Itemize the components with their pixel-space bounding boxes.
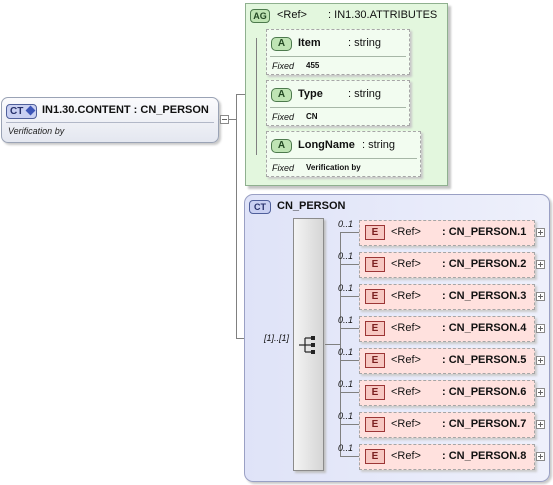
element-name: : CN_PERSON.4 (442, 322, 527, 334)
element-badge: E (365, 417, 385, 432)
element-ref: <Ref> (391, 450, 421, 462)
plus-icon[interactable] (536, 420, 545, 429)
sequence-connector (325, 344, 340, 345)
element-name: : CN_PERSON.8 (442, 450, 527, 462)
element-cn-person-1[interactable]: E <Ref> : CN_PERSON.1 (359, 220, 535, 246)
plus-icon[interactable] (536, 452, 545, 461)
fixed-value: Verification by (306, 163, 361, 172)
root-documentation: Verification by (8, 126, 65, 136)
plus-icon[interactable] (536, 292, 545, 301)
elements-connector (340, 232, 341, 456)
element-badge: E (365, 449, 385, 464)
element-occurrence: 0..1 (338, 379, 354, 389)
element-occurrence: 0..1 (338, 283, 354, 293)
element-badge: E (365, 225, 385, 240)
element-connector (340, 456, 359, 457)
element-cn-person-2[interactable]: E <Ref> : CN_PERSON.2 (359, 252, 535, 278)
trunk-connector (236, 94, 237, 339)
element-ref: <Ref> (391, 418, 421, 430)
element-ref: <Ref> (391, 386, 421, 398)
element-name: : CN_PERSON.7 (442, 418, 527, 430)
attribute-group-ref: <Ref> (277, 9, 307, 21)
element-badge: E (365, 321, 385, 336)
element-name: : CN_PERSON.2 (442, 258, 527, 270)
element-occurrence: 0..1 (338, 411, 354, 421)
attr-connector (256, 38, 257, 155)
element-badge: E (365, 353, 385, 368)
attribute-group-badge: AG (250, 9, 270, 23)
element-name: : CN_PERSON.1 (442, 226, 527, 238)
element-connector (340, 264, 359, 265)
element-name: : CN_PERSON.5 (442, 354, 527, 366)
fixed-label: Fixed (272, 61, 295, 71)
root-complex-type-node[interactable]: CT IN1.30.CONTENT : CN_PERSON Verificati… (1, 97, 219, 143)
element-cn-person-4[interactable]: E <Ref> : CN_PERSON.4 (359, 316, 535, 342)
attribute-badge: A (271, 37, 292, 51)
fixed-value: CN (306, 112, 318, 121)
element-cn-person-7[interactable]: E <Ref> : CN_PERSON.7 (359, 412, 535, 438)
element-connector (340, 232, 359, 233)
element-badge: E (365, 385, 385, 400)
plus-icon[interactable] (536, 228, 545, 237)
element-connector (340, 392, 359, 393)
attribute-type-value: : string (348, 88, 382, 100)
element-connector (340, 328, 359, 329)
element-cn-person-8[interactable]: E <Ref> : CN_PERSON.8 (359, 444, 535, 470)
sequence-compositor-icon (299, 336, 315, 354)
element-cn-person-6[interactable]: E <Ref> : CN_PERSON.6 (359, 380, 535, 406)
attribute-type[interactable]: A Type : string Fixed CN (266, 80, 410, 126)
element-connector (340, 296, 359, 297)
element-ref: <Ref> (391, 322, 421, 334)
attribute-type-value: : string (362, 139, 396, 151)
root-title: IN1.30.CONTENT : CN_PERSON (42, 104, 209, 116)
attribute-badge: A (271, 88, 292, 102)
element-cn-person-3[interactable]: E <Ref> : CN_PERSON.3 (359, 284, 535, 310)
complex-type-badge-label: CT (10, 106, 24, 117)
element-occurrence: 0..1 (338, 443, 354, 453)
element-occurrence: 0..1 (338, 219, 354, 229)
element-name: : CN_PERSON.6 (442, 386, 527, 398)
element-ref: <Ref> (391, 354, 421, 366)
plus-icon[interactable] (536, 324, 545, 333)
fixed-label: Fixed (272, 112, 295, 122)
attribute-group-header: <Ref> : IN1.30.ATTRIBUTES (277, 9, 437, 21)
attribute-type: : string (348, 37, 382, 49)
sequence-occurrence: [1]..[1] (264, 333, 290, 343)
element-badge: E (365, 289, 385, 304)
attribute-longname[interactable]: A LongName : string Fixed Verification b… (266, 131, 421, 177)
attribute-name: LongName (298, 139, 355, 151)
element-badge: E (365, 257, 385, 272)
element-connector (340, 360, 359, 361)
sequence-compositor[interactable] (293, 218, 324, 471)
attribute-name: Item (298, 37, 321, 49)
attribute-name: Type (298, 88, 323, 100)
plus-icon[interactable] (536, 388, 545, 397)
plus-icon[interactable] (536, 356, 545, 365)
element-occurrence: 0..1 (338, 251, 354, 261)
element-ref: <Ref> (391, 258, 421, 270)
plus-icon[interactable] (536, 260, 545, 269)
diamond-icon (25, 105, 36, 116)
complex-type-badge: CT (249, 200, 271, 214)
divider (270, 107, 406, 108)
element-occurrence: 0..1 (338, 315, 354, 325)
attribute-group-name: : IN1.30.ATTRIBUTES (328, 9, 438, 21)
attribute-group-box[interactable]: AG <Ref> : IN1.30.ATTRIBUTES A Item : st… (245, 3, 448, 186)
element-ref: <Ref> (391, 290, 421, 302)
collapse-icon[interactable] (220, 115, 229, 124)
complex-type-badge: CT (6, 104, 37, 119)
element-ref: <Ref> (391, 226, 421, 238)
attribute-item[interactable]: A Item : string Fixed 455 (266, 29, 410, 75)
element-name: : CN_PERSON.3 (442, 290, 527, 302)
divider (6, 122, 214, 123)
fixed-label: Fixed (272, 163, 295, 173)
divider (270, 158, 417, 159)
complex-type-title: CN_PERSON (277, 200, 346, 212)
element-occurrence: 0..1 (338, 347, 354, 357)
element-cn-person-5[interactable]: E <Ref> : CN_PERSON.5 (359, 348, 535, 374)
element-connector (340, 424, 359, 425)
divider (270, 56, 406, 57)
fixed-value: 455 (306, 61, 320, 70)
attribute-badge: A (271, 139, 292, 153)
